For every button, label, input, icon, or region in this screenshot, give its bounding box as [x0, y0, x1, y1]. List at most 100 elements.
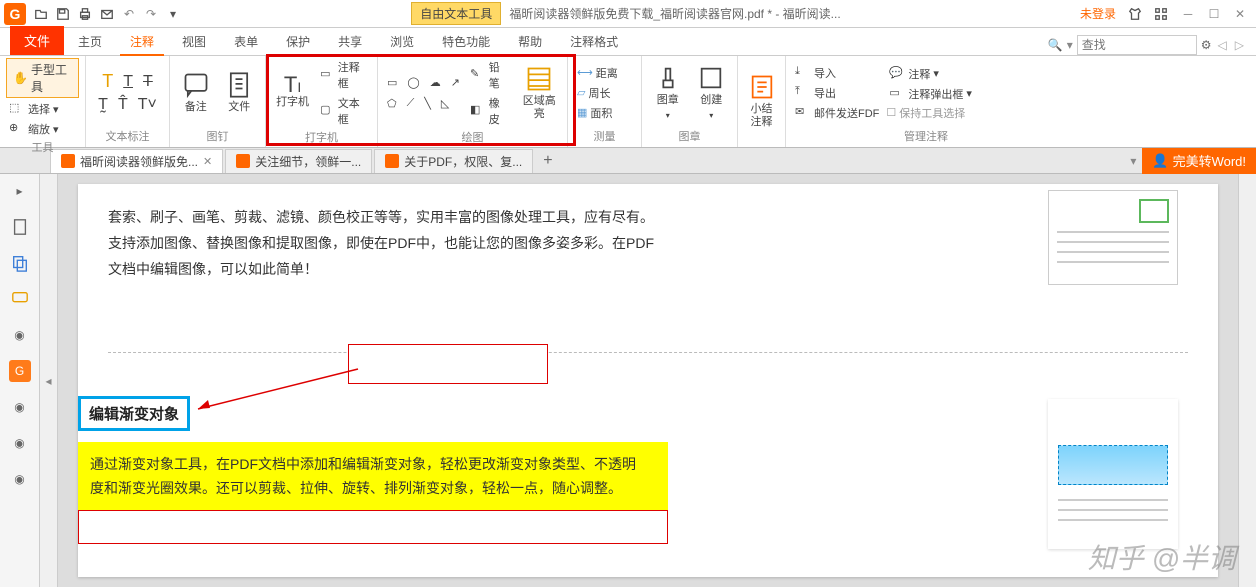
- group-label-manage: 管理注释: [792, 127, 1060, 145]
- tab-overflow-icon[interactable]: ▾: [1124, 154, 1142, 168]
- commentbox-button[interactable]: ▭注释框: [317, 58, 371, 92]
- nav-foxit-icon[interactable]: G: [9, 360, 31, 382]
- search-icon[interactable]: 🔍: [1048, 38, 1063, 52]
- select-button[interactable]: ⬚选择▾: [6, 100, 62, 118]
- tab-protect[interactable]: 保护: [272, 28, 324, 55]
- prev-icon[interactable]: ◁: [1216, 38, 1229, 52]
- minimize-icon[interactable]: ─: [1176, 4, 1200, 24]
- empty-red-box-2: [78, 510, 668, 544]
- nav-image3-icon[interactable]: ◉: [9, 432, 31, 454]
- doc-tab-3[interactable]: 关于PDF，权限、复...: [374, 149, 533, 173]
- search-dropdown-icon[interactable]: ▾: [1067, 38, 1073, 52]
- cloud-icon[interactable]: ☁: [427, 75, 444, 90]
- tab-feature[interactable]: 特色功能: [428, 28, 504, 55]
- replace-icon[interactable]: T̂: [115, 95, 131, 115]
- typewriter-button[interactable]: TI打字机: [272, 76, 313, 111]
- highlighted-paragraph: 通过渐变对象工具，在PDF文档中添加和编辑渐变对象，轻松更改渐变对象类型、不透明…: [78, 442, 668, 510]
- tab-view[interactable]: 视图: [168, 28, 220, 55]
- nav-bookmarks-icon[interactable]: [9, 216, 31, 238]
- arrow-icon[interactable]: ↗: [448, 75, 463, 90]
- close-icon[interactable]: ✕: [1228, 4, 1252, 24]
- highlight-icon[interactable]: T: [99, 70, 116, 93]
- tab-share[interactable]: 共享: [324, 28, 376, 55]
- nav-image4-icon[interactable]: ◉: [9, 468, 31, 490]
- redo-icon[interactable]: ↷: [140, 3, 162, 25]
- comments-dropdown[interactable]: 💬注释▾: [886, 65, 942, 83]
- convert-word-button[interactable]: 👤完美转Word!: [1142, 147, 1256, 174]
- app-logo: G: [4, 3, 26, 25]
- create-stamp-button[interactable]: 创建▾: [692, 62, 732, 124]
- ribbon-tabs: 文件 主页 注释 视图 表单 保护 共享 浏览 特色功能 帮助 注释格式 🔍 ▾…: [0, 28, 1256, 56]
- perimeter-button[interactable]: ▱周长: [574, 84, 613, 102]
- file-attach-button[interactable]: 文件: [220, 69, 260, 116]
- tab-comment[interactable]: 注释: [116, 28, 168, 55]
- search-input[interactable]: [1077, 35, 1197, 55]
- tab-browse[interactable]: 浏览: [376, 28, 428, 55]
- doc-icon: [385, 154, 399, 168]
- add-tab-button[interactable]: +: [535, 152, 560, 170]
- stamp-button[interactable]: 图章▾: [648, 62, 688, 124]
- polyline-icon[interactable]: ⟋: [404, 96, 418, 111]
- settings-icon[interactable]: ⚙: [1201, 38, 1212, 52]
- popup-dropdown[interactable]: ▭注释弹出框▾: [886, 85, 975, 103]
- summary-button[interactable]: 小结注释: [744, 71, 779, 131]
- insert-icon[interactable]: T˅: [135, 95, 160, 115]
- area-highlight-button[interactable]: 区域高亮: [517, 63, 561, 123]
- next-icon[interactable]: ▷: [1233, 38, 1246, 52]
- file-tab[interactable]: 文件: [10, 26, 64, 55]
- strike-icon[interactable]: T: [140, 70, 156, 93]
- underline-icon[interactable]: T: [120, 70, 136, 93]
- note-button[interactable]: 备注: [176, 69, 216, 116]
- content-line-2: 支持添加图像、替换图像和提取图像，即使在PDF中，也能让您的图像多姿多彩。在PD…: [108, 230, 1188, 256]
- callout-icon[interactable]: ◺: [438, 96, 452, 111]
- tab-context[interactable]: 注释格式: [556, 28, 632, 55]
- squiggly-icon[interactable]: T̰: [95, 95, 111, 115]
- close-tab-icon[interactable]: ✕: [203, 155, 212, 168]
- grid-icon[interactable]: [1150, 3, 1172, 25]
- open-icon[interactable]: [30, 3, 52, 25]
- group-label-draw: 绘图: [384, 128, 561, 146]
- import-button[interactable]: ⤓导入: [792, 64, 839, 82]
- group-label-stamp: 图章: [648, 127, 731, 145]
- document-tabs: 福昕阅读器领鲜版免...✕ 关注细节，领鲜一... 关于PDF，权限、复... …: [0, 148, 1256, 174]
- login-status[interactable]: 未登录: [1076, 3, 1120, 24]
- mail-fdf-button[interactable]: ✉邮件发送FDF: [792, 104, 882, 122]
- save-icon[interactable]: [52, 3, 74, 25]
- textbox-button[interactable]: ▢文本框: [317, 94, 371, 128]
- person-icon: 👤: [1152, 153, 1168, 169]
- arrow-annotation: [188, 364, 368, 424]
- pencil-button[interactable]: ✎铅笔: [467, 58, 514, 92]
- nav-panel: ▸ ◉ G ◉ ◉ ◉: [0, 174, 40, 587]
- area-button[interactable]: ▦面积: [574, 104, 615, 122]
- tab-home[interactable]: 主页: [64, 28, 116, 55]
- oval-icon[interactable]: ◯: [404, 75, 422, 90]
- email-icon[interactable]: [96, 3, 118, 25]
- nav-expand-icon[interactable]: ▸: [9, 180, 31, 202]
- doc-tab-2[interactable]: 关注细节，领鲜一...: [225, 149, 372, 173]
- skin-icon[interactable]: [1124, 3, 1146, 25]
- line-icon[interactable]: ╲: [421, 96, 434, 111]
- vertical-scrollbar[interactable]: [1238, 174, 1256, 587]
- tab-help[interactable]: 帮助: [504, 28, 556, 55]
- zoom-button[interactable]: ⊕缩放▾: [6, 120, 62, 138]
- hand-tool-button[interactable]: ✋手型工具: [6, 58, 79, 98]
- print-icon[interactable]: [74, 3, 96, 25]
- eraser-button[interactable]: ◧橡皮: [467, 94, 514, 128]
- tab-form[interactable]: 表单: [220, 28, 272, 55]
- page-area[interactable]: 套索、刷子、画笔、剪裁、滤镜、颜色校正等等，实用丰富的图像处理工具，应有尽有。 …: [58, 174, 1238, 587]
- keep-tool-checkbox[interactable]: ☐保持工具选择: [886, 105, 965, 121]
- export-button[interactable]: ⤒导出: [792, 84, 839, 102]
- nav-comments-icon[interactable]: [9, 288, 31, 310]
- nav-toggle[interactable]: ◂: [40, 174, 58, 587]
- maximize-icon[interactable]: ☐: [1202, 4, 1226, 24]
- rect-icon[interactable]: ▭: [384, 75, 400, 90]
- nav-image1-icon[interactable]: ◉: [9, 324, 31, 346]
- undo-icon[interactable]: ↶: [118, 3, 140, 25]
- placeholder-image-1: [1048, 190, 1178, 285]
- polygon-icon[interactable]: ⬠: [384, 96, 400, 111]
- nav-pages-icon[interactable]: [9, 252, 31, 274]
- dropdown-icon[interactable]: ▾: [162, 3, 184, 25]
- nav-image2-icon[interactable]: ◉: [9, 396, 31, 418]
- distance-button[interactable]: ⟷距离: [574, 64, 621, 82]
- group-label-measure: 测量: [574, 127, 635, 145]
